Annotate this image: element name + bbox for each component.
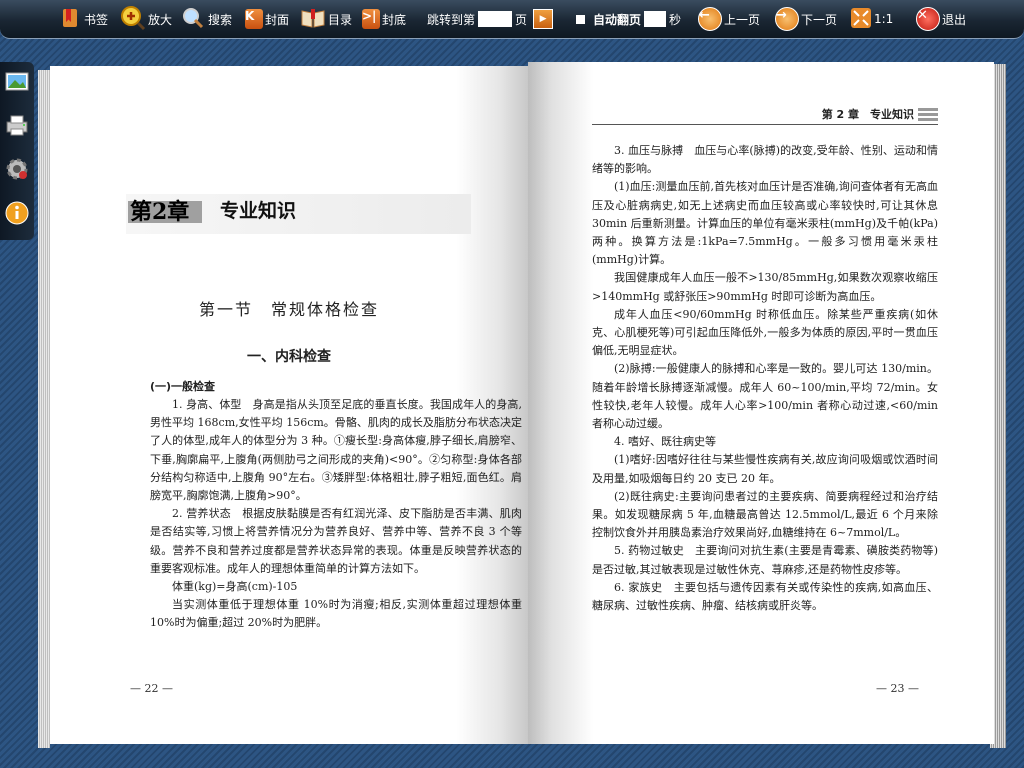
toolbar: 书签 放大 搜索 K 封面 目录 >| 封底 跳转到第 页 ▶ 自动翻页 秒 ←… [0, 0, 1024, 39]
bookmark-label: 书签 [84, 12, 109, 27]
running-head-title: 第 2 章 专业知识 [821, 108, 914, 121]
last-page-icon: >| [362, 9, 380, 29]
image-icon[interactable] [4, 68, 30, 94]
jump-suffix: 页 [515, 12, 528, 27]
paragraph: 5. 药物过敏史 主要询问对抗生素(主要是青霉素、磺胺类药物等)是否过敏,其过敏… [592, 544, 938, 576]
contents-button[interactable]: 目录 [300, 0, 352, 38]
running-head: 第 2 章 专业知识 [592, 106, 938, 125]
chapter-title: 专业知识 [220, 200, 297, 222]
paragraph: 1. 身高、体型 身高是指从头顶至足底的垂直长度。我国成年人的身高,男性平均 1… [150, 398, 522, 503]
subsection-title: 一、内科检查 [247, 349, 331, 365]
zoom-label: 放大 [148, 12, 173, 27]
contents-label: 目录 [328, 12, 353, 27]
left-page-stack [38, 70, 50, 748]
search-button[interactable]: 搜索 [180, 0, 232, 38]
subsubsection-title: (一)一般检查 [150, 380, 216, 393]
ratio-label: 1:1 [874, 12, 894, 26]
bookmark-icon [60, 7, 82, 32]
auto-flip-checkbox[interactable] [576, 14, 585, 24]
running-head-bars [918, 108, 938, 122]
prev-label: 上一页 [724, 12, 761, 27]
left-page-body: 1. 身高、体型 身高是指从头顶至足底的垂直长度。我国成年人的身高,男性平均 1… [150, 396, 522, 633]
exit-button[interactable]: ✕ 退出 [916, 0, 966, 38]
jump-prefix: 跳转到第 [427, 12, 476, 27]
arrow-left-icon: ← [698, 7, 722, 31]
bookmark-button[interactable]: 书签 [60, 0, 108, 38]
close-icon: ✕ [916, 7, 940, 31]
auto-flip-suffix: 秒 [669, 12, 682, 27]
right-page-body: 3. 血压与脉搏 血压与心率(脉搏)的改变,受年龄、性别、运动和情绪等的影响。 … [592, 142, 938, 615]
exit-label: 退出 [942, 12, 967, 27]
side-toolbar [0, 62, 34, 240]
actual-size-button[interactable]: 1:1 [850, 0, 893, 38]
auto-flip: 自动翻页 秒 [576, 0, 681, 38]
search-icon [180, 7, 206, 32]
printer-icon[interactable] [4, 112, 30, 138]
go-button[interactable]: ▶ [533, 9, 554, 29]
book-contents-icon [300, 7, 326, 32]
paragraph: 3. 血压与脉搏 血压与心率(脉搏)的改变,受年龄、性别、运动和情绪等的影响。 [592, 144, 938, 176]
search-label: 搜索 [208, 12, 233, 27]
actual-size-icon [850, 7, 872, 32]
arrow-right-icon: → [775, 7, 799, 31]
paragraph: 4. 嗜好、既往病史等 [614, 435, 716, 449]
jump-page-input[interactable] [478, 11, 513, 27]
next-page-button[interactable]: → 下一页 [775, 0, 837, 38]
paragraph: 当实测体重低于理想体重 10%时为消瘦;相反,实测体重超过理想体重 10%时为偏… [150, 598, 522, 630]
zoom-in-icon [120, 5, 146, 34]
left-page[interactable]: 第2章 专业知识 第一节 常规体格检查 一、内科检查 (一)一般检查 1. 身高… [50, 66, 528, 744]
paragraph: 成年人血压<90/60mmHg 时称低血压。除某些严重疾病(如休克、心肌梗死等)… [592, 307, 938, 358]
cover-button[interactable]: K 封面 [245, 0, 289, 38]
section-title: 第一节 常规体格检查 [198, 300, 379, 319]
paragraph: 6. 家族史 主要包括与遗传因素有关或传染性的疾病,如高血压、糖尿病、过敏性疾病… [592, 580, 938, 613]
right-page[interactable]: 第 2 章 专业知识 3. 血压与脉搏 血压与心率(脉搏)的改变,受年龄、性别、… [528, 62, 994, 744]
paragraph: 2. 营养状态 根据皮肤黏膜是否有红润光泽、皮下脂肪是否丰满、肌肉是否结实等,习… [150, 507, 522, 575]
paragraph: (2)脉搏:一般健康人的脉搏和心率是一致的。婴儿可达 130/min。随着年龄增… [592, 362, 938, 431]
chapter-number: 第2章 [130, 199, 190, 225]
auto-flip-seconds-input[interactable] [644, 11, 667, 27]
paragraph: (2)既往病史:主要询问患者过的主要疾病、简要病程经过和治疗结果。如发现糖尿病 … [592, 489, 938, 540]
page-number: — 23 — [876, 682, 919, 695]
next-label: 下一页 [801, 12, 838, 27]
settings-icon[interactable] [4, 156, 30, 182]
paragraph: (1)血压:测量血压前,首先核对血压计是否准确,询问查体者有无高血压及心脏病病史… [592, 180, 938, 267]
paragraph: 我国健康成年人血压一般不>130/85mmHg,如果数次观察收缩压>140mmH… [592, 271, 938, 303]
first-page-icon: K [245, 9, 263, 29]
jump-to-page: 跳转到第 页 ▶ [427, 0, 554, 38]
info-icon[interactable] [4, 200, 30, 226]
cover-label: 封面 [265, 12, 290, 27]
paragraph: (1)嗜好:因嗜好往往与某些慢性疾病有关,故应询问吸烟或饮酒时间及用量,如吸烟每… [592, 453, 938, 485]
zoom-button[interactable]: 放大 [120, 0, 172, 38]
back-cover-label: 封底 [382, 12, 407, 27]
page-number: — 22 — [130, 682, 173, 695]
formula: 体重(kg)=身高(cm)-105 [172, 580, 298, 594]
back-cover-button[interactable]: >| 封底 [362, 0, 406, 38]
prev-page-button[interactable]: ← 上一页 [698, 0, 760, 38]
auto-flip-label: 自动翻页 [593, 12, 642, 27]
